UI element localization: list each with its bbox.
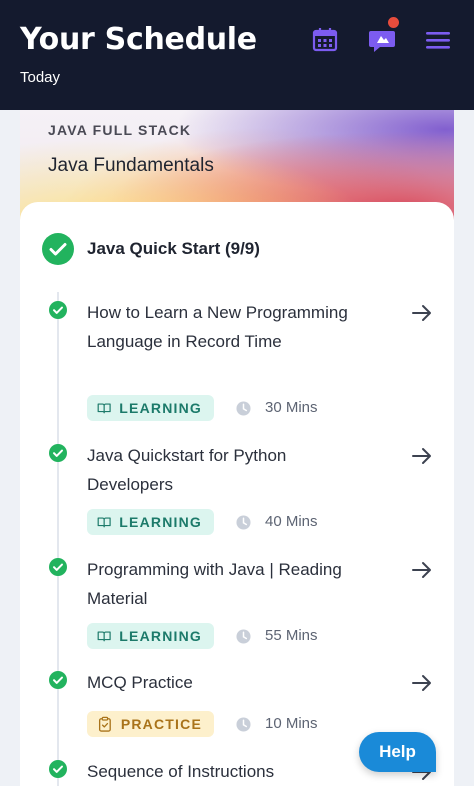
- item-title[interactable]: Java Quickstart for Python Developers: [87, 441, 367, 499]
- notification-dot: [387, 16, 400, 29]
- learning-badge: LEARNING: [87, 395, 214, 421]
- badge-label: LEARNING: [119, 400, 202, 416]
- learning-badge: LEARNING: [87, 623, 214, 649]
- clock-icon: [236, 629, 251, 644]
- item-title[interactable]: Programming with Java | Reading Material: [87, 555, 367, 613]
- clipboard-icon: [98, 716, 111, 732]
- menu-icon[interactable]: [424, 26, 452, 54]
- help-button[interactable]: Help: [359, 732, 436, 772]
- check-icon: [49, 558, 67, 576]
- timeline-line: [57, 292, 59, 786]
- chat-icon[interactable]: [368, 16, 400, 54]
- app-header: Your Schedule Today: [0, 0, 474, 110]
- learning-badge: LEARNING: [87, 509, 214, 535]
- badge-label: PRACTICE: [120, 716, 202, 732]
- section-title: Java Quick Start (9/9): [87, 239, 260, 258]
- book-icon: [97, 631, 111, 642]
- practice-badge: PRACTICE: [87, 711, 214, 737]
- check-icon: [49, 671, 67, 689]
- clock-icon: [236, 515, 251, 530]
- item-title[interactable]: MCQ Practice: [87, 668, 367, 697]
- badge-label: LEARNING: [119, 514, 202, 530]
- book-icon: [97, 517, 111, 528]
- check-icon: [49, 301, 67, 319]
- arrow-right-icon[interactable]: [410, 301, 434, 325]
- duration-label: 55 Mins: [265, 627, 318, 644]
- clock-icon: [236, 717, 251, 732]
- badge-label: LEARNING: [119, 628, 202, 644]
- page-subtitle: Today: [20, 69, 61, 86]
- book-icon: [97, 403, 111, 414]
- item-title[interactable]: How to Learn a New Programming Language …: [87, 298, 367, 356]
- arrow-right-icon[interactable]: [410, 444, 434, 468]
- page-title: Your Schedule: [20, 22, 257, 57]
- schedule-card: Java Quick Start (9/9) How to Learn a Ne…: [20, 202, 454, 786]
- arrow-right-icon[interactable]: [410, 671, 434, 695]
- clock-icon: [236, 401, 251, 416]
- duration-label: 30 Mins: [265, 399, 318, 416]
- duration-label: 40 Mins: [265, 513, 318, 530]
- section-complete-icon: [42, 233, 74, 265]
- course-title: Java Fundamentals: [48, 155, 214, 176]
- check-icon: [49, 760, 67, 778]
- item-title[interactable]: Sequence of Instructions: [87, 757, 367, 786]
- check-icon: [49, 444, 67, 462]
- arrow-right-icon[interactable]: [410, 558, 434, 582]
- track-label: JAVA FULL STACK: [48, 122, 192, 138]
- calendar-icon[interactable]: [311, 26, 339, 54]
- duration-label: 10 Mins: [265, 715, 318, 732]
